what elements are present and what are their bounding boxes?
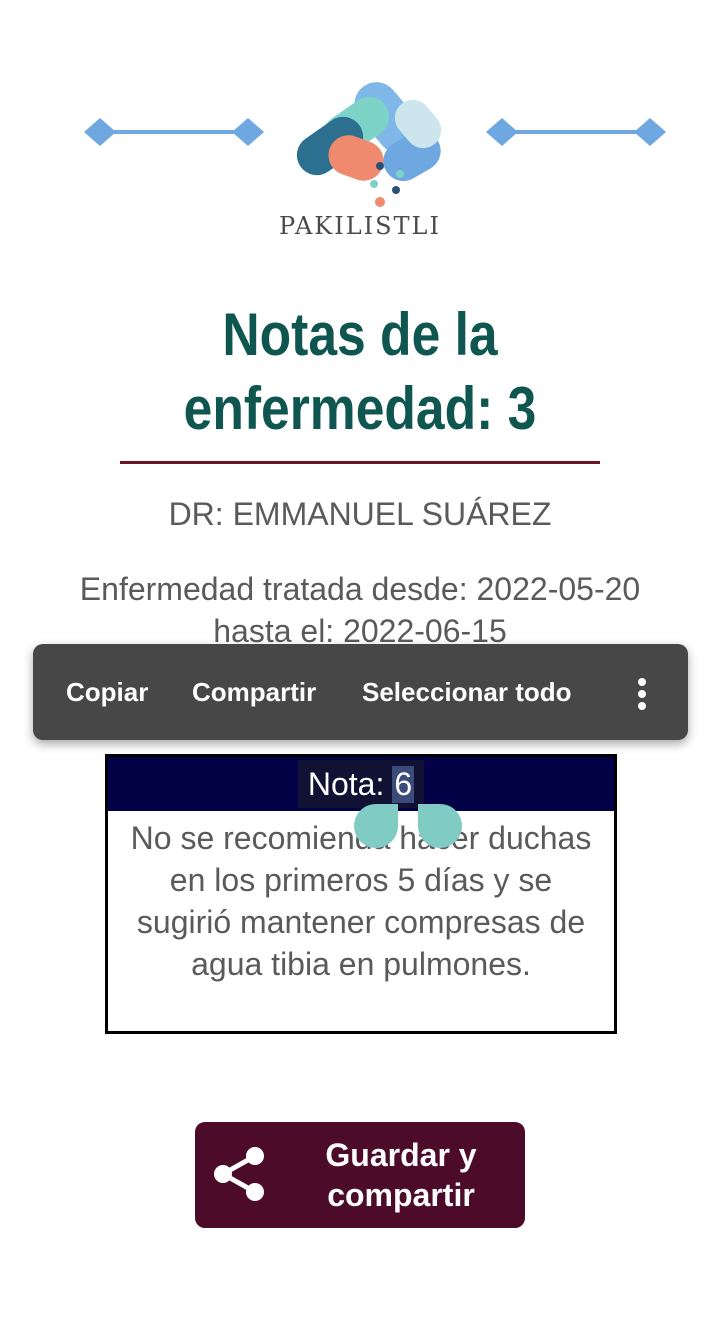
share-icon bbox=[214, 1147, 264, 1201]
title-divider bbox=[120, 461, 600, 464]
selection-handle-start[interactable] bbox=[354, 804, 398, 848]
note-title[interactable]: Nota: 6 bbox=[297, 760, 425, 808]
save-share-label: Guardar y compartir bbox=[325, 1137, 477, 1213]
more-vert-icon[interactable] bbox=[631, 644, 655, 740]
diamond-line-decoration-right bbox=[486, 118, 666, 146]
note-card: Nota: 6 No se recomienda hacer duchas en… bbox=[105, 754, 617, 1034]
pills-logo-icon bbox=[296, 82, 442, 207]
note-header: Nota: 6 bbox=[108, 757, 614, 811]
note-number-selected[interactable]: 6 bbox=[392, 765, 415, 803]
note-label: Nota: bbox=[307, 765, 385, 802]
diamond-line-decoration-left bbox=[84, 118, 264, 146]
selection-handle-end[interactable] bbox=[418, 804, 462, 848]
menu-select-all[interactable]: Seleccionar todo bbox=[362, 644, 572, 740]
menu-copy[interactable]: Copiar bbox=[66, 644, 148, 740]
page-title: Notas de la enfermedad: 3 bbox=[183, 301, 537, 442]
doctor-name: DR: EMMANUEL SUÁREZ bbox=[168, 496, 552, 532]
menu-share[interactable]: Compartir bbox=[192, 644, 316, 740]
treatment-period: Enfermedad tratada desde: 2022-05-20 has… bbox=[79, 571, 641, 649]
save-share-button[interactable]: Guardar y compartir bbox=[195, 1122, 525, 1228]
text-selection-menu: Copiar Compartir Seleccionar todo bbox=[33, 644, 688, 740]
brand-name: PAKILISTLI bbox=[279, 212, 441, 240]
